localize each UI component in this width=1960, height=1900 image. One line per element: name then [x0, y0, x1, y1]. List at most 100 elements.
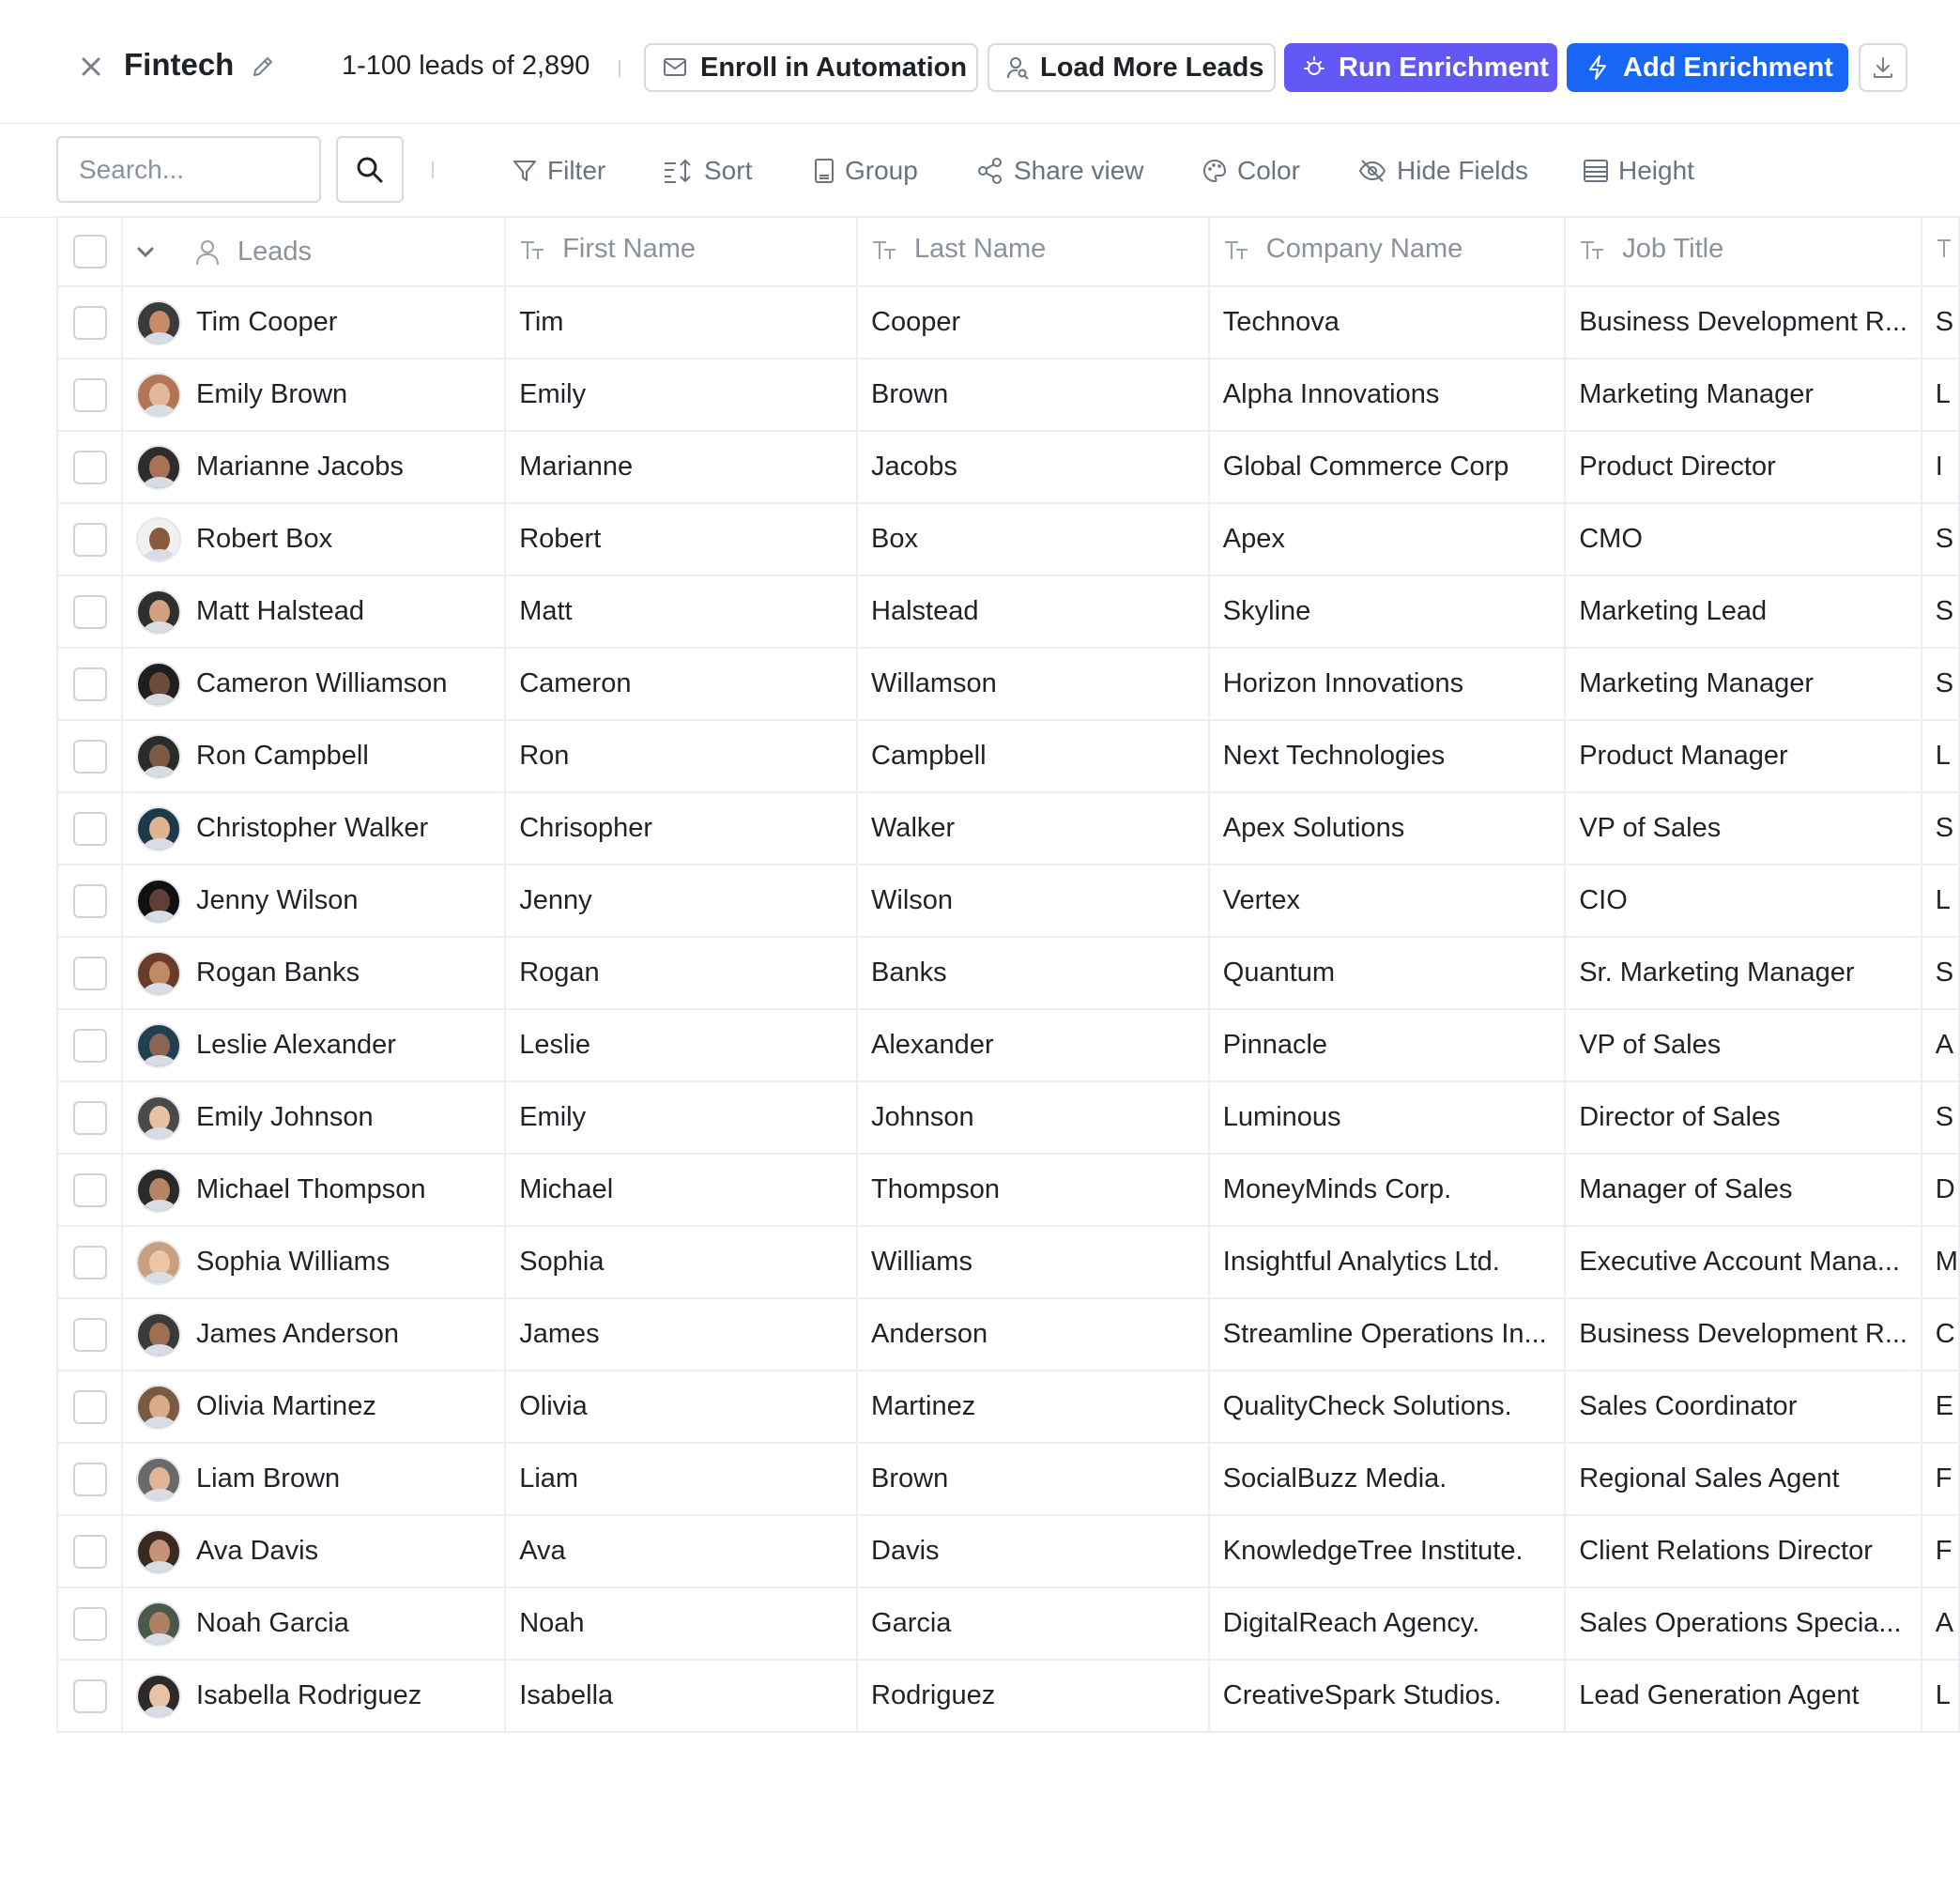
company-name-cell[interactable]: CreativeSpark Studios. — [1207, 1659, 1567, 1733]
row-checkbox[interactable] — [72, 1534, 107, 1569]
table-row[interactable]: Ava Davis Ava Davis KnowledgeTree Institute… — [55, 1514, 1960, 1588]
next-column-cell[interactable]: S — [1920, 1080, 1960, 1155]
last-name-cell[interactable]: Williams — [856, 1225, 1210, 1299]
lead-cell[interactable]: Christopher Walker — [121, 791, 507, 866]
next-column-cell[interactable]: A — [1920, 1008, 1960, 1082]
lead-cell[interactable]: Tim Cooper — [121, 285, 507, 360]
filter-button[interactable]: Filter — [512, 152, 605, 190]
next-column-cell[interactable]: M — [1920, 1225, 1960, 1299]
next-column-cell[interactable]: F — [1920, 1442, 1960, 1516]
last-name-cell[interactable]: Alexander — [856, 1008, 1210, 1082]
lead-cell[interactable]: Olivia Martinez — [121, 1370, 507, 1444]
job-title-cell[interactable]: Sr. Marketing Manager — [1564, 936, 1922, 1010]
row-checkbox[interactable] — [72, 811, 107, 846]
job-title-cell[interactable]: Business Development R... — [1564, 1297, 1922, 1371]
first-name-cell[interactable]: Cameron — [504, 647, 859, 721]
row-checkbox[interactable] — [72, 1606, 107, 1641]
lead-cell[interactable]: Emily Brown — [121, 358, 507, 432]
color-button[interactable]: Color — [1202, 152, 1300, 190]
company-name-cell[interactable]: Insightful Analytics Ltd. — [1207, 1225, 1567, 1299]
last-name-cell[interactable]: Garcia — [856, 1586, 1210, 1661]
table-row[interactable]: Robert Box Robert Box Apex CMO S — [55, 502, 1960, 576]
lead-cell[interactable]: Ron Campbell — [121, 719, 507, 793]
first-name-cell[interactable]: Robert — [504, 502, 859, 576]
last-name-cell[interactable]: Willamson — [856, 647, 1210, 721]
lead-cell[interactable]: James Anderson — [121, 1297, 507, 1371]
row-checkbox[interactable] — [72, 1389, 107, 1424]
close-icon[interactable] — [77, 53, 105, 81]
table-row[interactable]: Sophia Williams Sophia Williams Insightful … — [55, 1225, 1960, 1299]
lead-cell[interactable]: Noah Garcia — [121, 1586, 507, 1661]
last-name-cell[interactable]: Davis — [856, 1514, 1210, 1588]
company-name-cell[interactable]: Global Commerce Corp — [1207, 430, 1567, 504]
job-title-cell[interactable]: CIO — [1564, 864, 1922, 938]
row-checkbox[interactable] — [72, 1100, 107, 1135]
table-row[interactable]: Cameron Williamson Cameron Willamson Horizo… — [55, 647, 1960, 721]
lead-cell[interactable]: Ava Davis — [121, 1514, 507, 1588]
company-name-cell[interactable]: Luminous — [1207, 1080, 1567, 1155]
chevron-down-icon[interactable] — [136, 246, 155, 259]
row-checkbox[interactable] — [72, 667, 107, 701]
table-row[interactable]: James Anderson James Anderson Streamline Op… — [55, 1297, 1960, 1371]
row-checkbox[interactable] — [72, 956, 107, 990]
group-button[interactable]: Group — [813, 152, 918, 190]
first-name-cell[interactable]: Ava — [504, 1514, 859, 1588]
table-row[interactable]: Olivia Martinez Olivia Martinez QualityChec… — [55, 1370, 1960, 1444]
company-name-cell[interactable]: MoneyMinds Corp. — [1207, 1153, 1567, 1227]
load-more-leads-button[interactable]: Load More Leads — [988, 43, 1276, 92]
job-title-cell[interactable]: Sales Coordinator — [1564, 1370, 1922, 1444]
job-title-cell[interactable]: Sales Operations Specia... — [1564, 1586, 1922, 1661]
lead-cell[interactable]: Isabella Rodriguez — [121, 1659, 507, 1733]
company-name-cell[interactable]: DigitalReach Agency. — [1207, 1586, 1567, 1661]
row-checkbox[interactable] — [72, 1172, 107, 1207]
company-name-cell[interactable]: Streamline Operations In... — [1207, 1297, 1567, 1371]
last-name-cell[interactable]: Box — [856, 502, 1210, 576]
lead-cell[interactable]: Cameron Williamson — [121, 647, 507, 721]
company-name-cell[interactable]: QualityCheck Solutions. — [1207, 1370, 1567, 1444]
company-name-cell[interactable]: Alpha Innovations — [1207, 358, 1567, 432]
next-column-cell[interactable]: S — [1920, 502, 1960, 576]
job-title-cell[interactable]: Marketing Manager — [1564, 647, 1922, 721]
job-title-cell[interactable]: Product Manager — [1564, 719, 1922, 793]
last-name-cell[interactable]: Brown — [856, 358, 1210, 432]
next-column-cell[interactable]: L — [1920, 1659, 1960, 1733]
company-name-cell[interactable]: SocialBuzz Media. — [1207, 1442, 1567, 1516]
next-column-cell[interactable]: I — [1920, 430, 1960, 504]
job-title-cell[interactable]: Executive Account Mana... — [1564, 1225, 1922, 1299]
share-view-button[interactable]: Share view — [976, 152, 1144, 190]
table-row[interactable]: Isabella Rodriguez Isabella Rodriguez Creat… — [55, 1659, 1960, 1733]
job-title-cell[interactable]: Client Relations Director — [1564, 1514, 1922, 1588]
first-name-cell[interactable]: James — [504, 1297, 859, 1371]
column-header-next[interactable] — [1920, 216, 1960, 287]
lead-cell[interactable]: Emily Johnson — [121, 1080, 507, 1155]
company-name-cell[interactable]: KnowledgeTree Institute. — [1207, 1514, 1567, 1588]
job-title-cell[interactable]: Product Director — [1564, 430, 1922, 504]
next-column-cell[interactable]: S — [1920, 936, 1960, 1010]
row-checkbox[interactable] — [72, 739, 107, 774]
first-name-cell[interactable]: Matt — [504, 575, 859, 649]
job-title-cell[interactable]: Business Development R... — [1564, 285, 1922, 360]
company-name-cell[interactable]: Apex Solutions — [1207, 791, 1567, 866]
table-row[interactable]: Leslie Alexander Leslie Alexander Pinnacle V… — [55, 1008, 1960, 1082]
column-header-company-name[interactable]: Company Name — [1207, 216, 1567, 287]
company-name-cell[interactable]: Next Technologies — [1207, 719, 1567, 793]
search-button[interactable] — [336, 136, 404, 203]
lead-cell[interactable]: Michael Thompson — [121, 1153, 507, 1227]
lead-cell[interactable]: Marianne Jacobs — [121, 430, 507, 504]
first-name-cell[interactable]: Rogan — [504, 936, 859, 1010]
last-name-cell[interactable]: Martinez — [856, 1370, 1210, 1444]
job-title-cell[interactable]: Marketing Manager — [1564, 358, 1922, 432]
first-name-cell[interactable]: Liam — [504, 1442, 859, 1516]
next-column-cell[interactable]: F — [1920, 1514, 1960, 1588]
company-name-cell[interactable]: Vertex — [1207, 864, 1567, 938]
table-row[interactable]: Noah Garcia Noah Garcia DigitalReach Agency… — [55, 1586, 1960, 1661]
job-title-cell[interactable]: CMO — [1564, 502, 1922, 576]
lead-cell[interactable]: Robert Box — [121, 502, 507, 576]
table-row[interactable]: Michael Thompson Michael Thompson MoneyMind… — [55, 1153, 1960, 1227]
table-row[interactable]: Emily Brown Emily Brown Alpha Innovations Ma… — [55, 358, 1960, 432]
table-row[interactable]: Matt Halstead Matt Halstead Skyline Marketin… — [55, 575, 1960, 649]
job-title-cell[interactable]: VP of Sales — [1564, 791, 1922, 866]
run-enrichment-button[interactable]: Run Enrichment — [1284, 43, 1557, 92]
lead-cell[interactable]: Sophia Williams — [121, 1225, 507, 1299]
column-header-job-title[interactable]: Job Title — [1564, 216, 1922, 287]
